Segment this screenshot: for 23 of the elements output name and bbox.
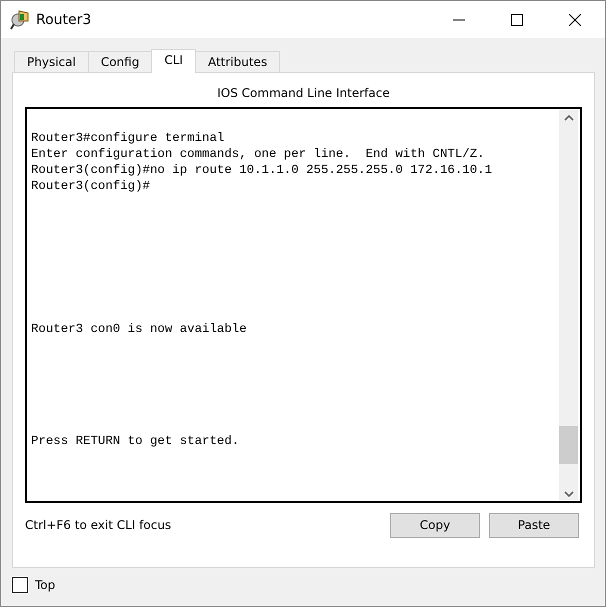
panel-title: IOS Command Line Interface (216, 85, 391, 102)
terminal-line: Press RETURN to get started. (31, 433, 240, 450)
terminal-line: Router3#configure terminal (31, 130, 226, 146)
tab[interactable]: CLI (151, 49, 196, 73)
action-button[interactable]: Copy (390, 512, 480, 538)
scroll-up-icon[interactable] (564, 115, 574, 121)
hint-text: Ctrl+F6 to exit CLI focus (25, 518, 172, 532)
terminal[interactable] (25, 107, 582, 503)
terminal-line: Router3(config)#no ip route 10.1.1.0 255.255.255.0 172.16.10.1 (31, 162, 494, 178)
tab[interactable]: Physical (14, 51, 89, 72)
tab[interactable]: Attributes (194, 51, 280, 72)
scrollbar[interactable] (559, 109, 578, 501)
checkbox[interactable] (12, 577, 28, 593)
terminal-line: Router3(config)# (31, 178, 151, 194)
scroll-thumb[interactable] (559, 426, 578, 464)
close-icon[interactable] (569, 14, 581, 26)
maximize-icon[interactable] (511, 14, 523, 26)
window-title: Router3 (36, 12, 92, 28)
action-button[interactable]: Paste (489, 512, 579, 538)
checkbox-label: Top (35, 578, 56, 592)
terminal-line: Router3 con0 is now available (31, 321, 248, 338)
terminal-line: Enter configuration commands, one per line. End with CNTL/Z. (31, 146, 486, 162)
scroll-down-icon[interactable] (564, 491, 574, 497)
